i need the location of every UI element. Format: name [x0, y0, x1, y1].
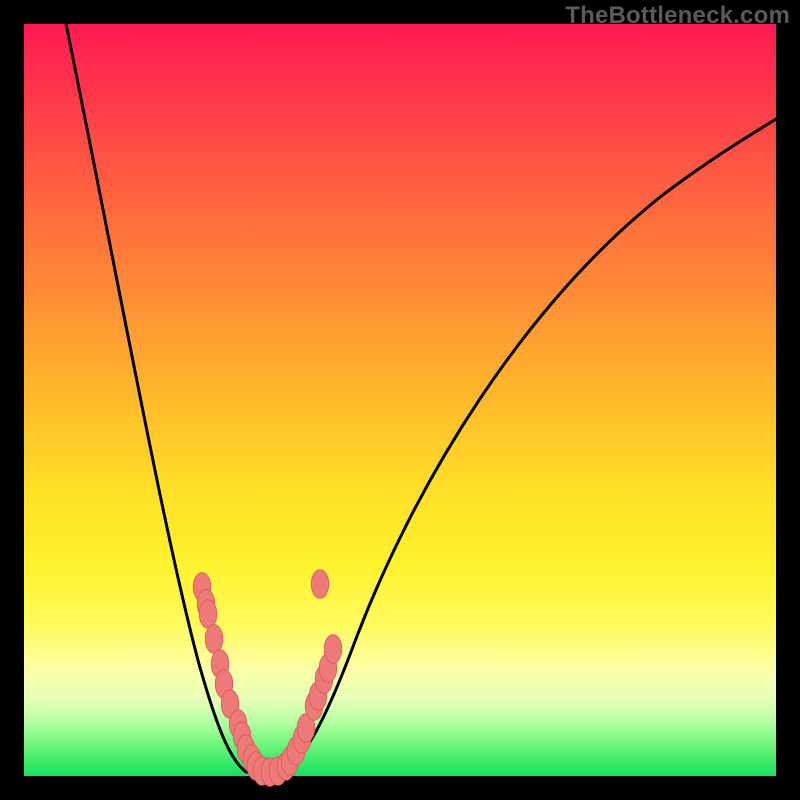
- chart-background: [24, 24, 776, 776]
- right-curve: [264, 114, 784, 772]
- data-dot: [324, 635, 342, 664]
- data-dots: [193, 570, 342, 787]
- left-curve: [62, 4, 264, 772]
- watermark-text: TheBottleneck.com: [565, 2, 790, 30]
- data-dot: [311, 570, 329, 599]
- chart-svg: [24, 24, 776, 776]
- data-dot: [205, 625, 223, 654]
- data-dot: [199, 600, 217, 629]
